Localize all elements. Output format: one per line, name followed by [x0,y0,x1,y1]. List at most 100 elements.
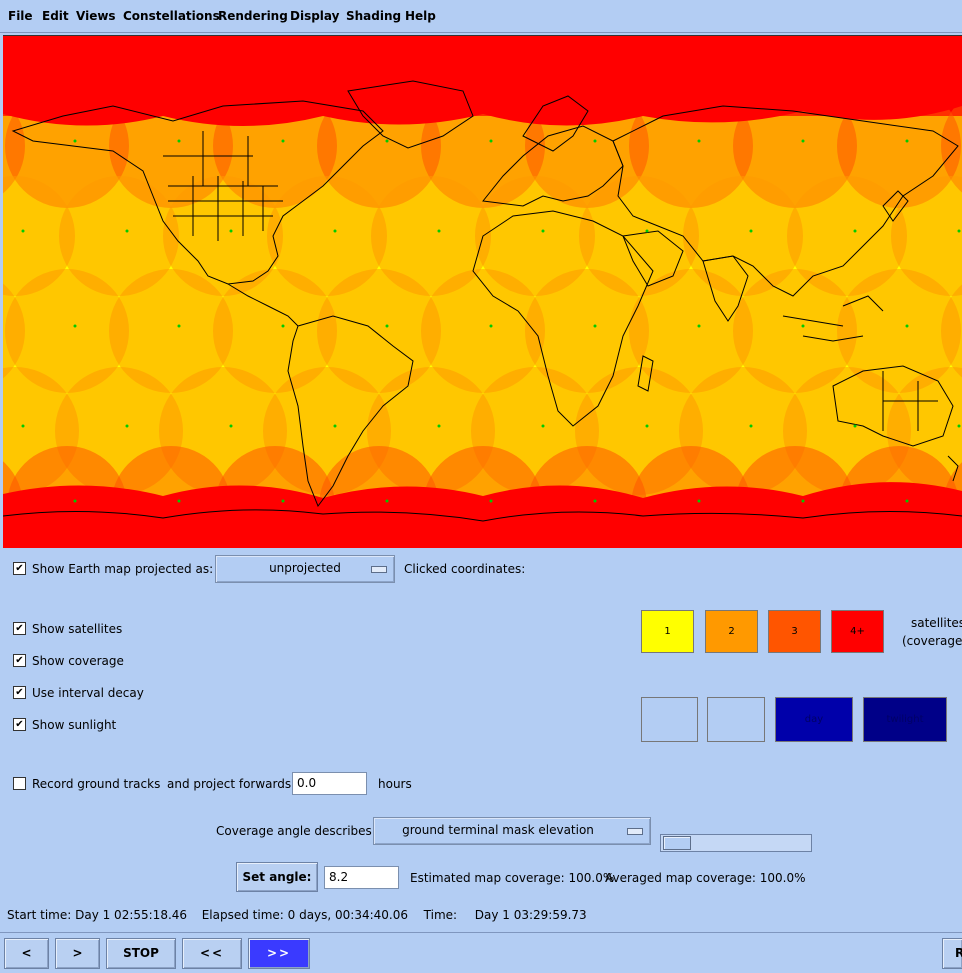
satellite-marker [697,324,701,328]
satellite-marker [21,424,25,428]
satellite-marker [73,139,77,143]
show-sunlight-checkbox[interactable]: ✔ [13,718,26,731]
record-ground-tracks-checkbox[interactable] [13,777,26,790]
sunlight-swatch-4[interactable]: twilight [863,697,947,742]
satellite-marker [489,324,493,328]
sunlight-swatch-3[interactable]: day [775,697,853,742]
coverage-angle-dropdown-value: ground terminal mask elevation [402,823,594,837]
project-hours-input[interactable]: 0.0 [292,772,367,795]
sunlight-swatch-1[interactable] [641,697,698,742]
right-cut-button[interactable]: R [942,938,962,969]
menu-display[interactable]: Display [290,9,339,23]
estimated-coverage-text: Estimated map coverage: 100.0% [410,871,615,885]
coverage-angle-dropdown[interactable]: ground terminal mask elevation [373,817,651,845]
menu-edit[interactable]: Edit [42,9,69,23]
show-sunlight-checkmark: ✔ [15,719,24,730]
playback-bar: < > STOP << >> R [0,932,962,973]
dropdown-arrow-icon [627,828,643,835]
step-back-button[interactable]: < [4,938,49,969]
coverage-overlap-layer [3,84,962,548]
satellite-marker [957,229,961,233]
satellite-marker [801,499,805,503]
coverage-swatch-2[interactable]: 2 [705,610,758,653]
coverage-map[interactable] [3,35,962,548]
satellite-marker [281,499,285,503]
show-coverage-checkbox[interactable]: ✔ [13,654,26,667]
satellite-marker [749,229,753,233]
satellite-marker [437,424,441,428]
north-polar-region [3,36,962,126]
satellite-marker [749,424,753,428]
show-satellites-checkbox[interactable]: ✔ [13,622,26,635]
angle-slider-thumb[interactable] [663,836,691,850]
projected-as-label: projected as: [135,562,214,576]
satellite-marker [905,324,909,328]
satellite-marker [73,324,77,328]
satellite-marker [697,139,701,143]
satellite-marker [957,424,961,428]
coverage-angle-label: Coverage angle describes: [216,824,376,838]
angle-input[interactable]: 8.2 [324,866,399,889]
satellite-marker [645,424,649,428]
show-coverage-checkmark: ✔ [15,655,24,666]
satellite-marker [593,139,597,143]
menu-help[interactable]: Help [405,9,436,23]
sunlight-swatch-2[interactable] [707,697,765,742]
satellite-marker [489,499,493,503]
satellite-marker [385,499,389,503]
use-interval-decay-checkmark: ✔ [15,687,24,698]
step-forward-button[interactable]: > [55,938,100,969]
elapsed-time-text: Elapsed time: 0 days, 00:34:40.06 [201,908,409,922]
satellite-marker [645,229,649,233]
record-ground-tracks-label: Record ground tracks [32,777,161,791]
show-satellites-label: Show satellites [32,622,123,636]
coverage-legend-text: (coverage c [902,634,962,648]
satellite-marker [541,424,545,428]
menu-file[interactable]: File [8,9,33,23]
satellite-marker [905,139,909,143]
satellite-marker [385,139,389,143]
coverage-swatch-1[interactable]: 1 [641,610,694,653]
satellite-marker [385,324,389,328]
satellite-marker [437,229,441,233]
coverage-swatch-4[interactable]: 4+ [831,610,884,653]
menu-views[interactable]: Views [76,9,116,23]
use-interval-decay-checkbox[interactable]: ✔ [13,686,26,699]
satellite-marker [125,229,129,233]
set-angle-button[interactable]: Set angle: [236,862,318,892]
start-time-text: Start time: Day 1 02:55:18.46 [7,908,188,922]
menu-constellations[interactable]: Constellations [123,9,220,23]
satellite-marker [73,499,77,503]
satellite-marker [801,139,805,143]
projection-dropdown[interactable]: unprojected [215,555,395,583]
satellite-marker [801,324,805,328]
fast-forward-button[interactable]: >> [248,938,310,969]
satellite-marker [333,229,337,233]
stop-button[interactable]: STOP [106,938,176,969]
rewind-button[interactable]: << [182,938,242,969]
time-value: Day 1 03:29:59.73 [474,908,587,922]
use-interval-decay-label: Use interval decay [32,686,144,700]
status-line: Start time: Day 1 02:55:18.46 Elapsed ti… [7,908,587,922]
angle-slider[interactable] [660,834,812,852]
satellite-marker [281,324,285,328]
satellite-marker [333,424,337,428]
show-earth-map-label: Show Earth map [32,562,131,576]
satellite-marker [593,499,597,503]
satellite-marker [593,324,597,328]
coverage-map-canvas[interactable] [3,36,962,548]
averaged-coverage-text: Averaged map coverage: 100.0% [605,871,806,885]
menu-bar: File Edit Views Constellations Rendering… [0,0,962,33]
menu-rendering[interactable]: Rendering [218,9,288,23]
coverage-swatch-3[interactable]: 3 [768,610,821,653]
project-forwards-label: and project forwards [167,777,292,791]
satellite-marker [697,499,701,503]
satellite-marker [125,424,129,428]
show-earth-map-checkbox[interactable]: ✔ [13,562,26,575]
show-coverage-label: Show coverage [32,654,124,668]
menu-shading[interactable]: Shading [346,9,401,23]
satellite-marker [489,139,493,143]
satellite-marker [229,229,233,233]
satellite-marker [21,229,25,233]
satellite-marker [177,499,181,503]
